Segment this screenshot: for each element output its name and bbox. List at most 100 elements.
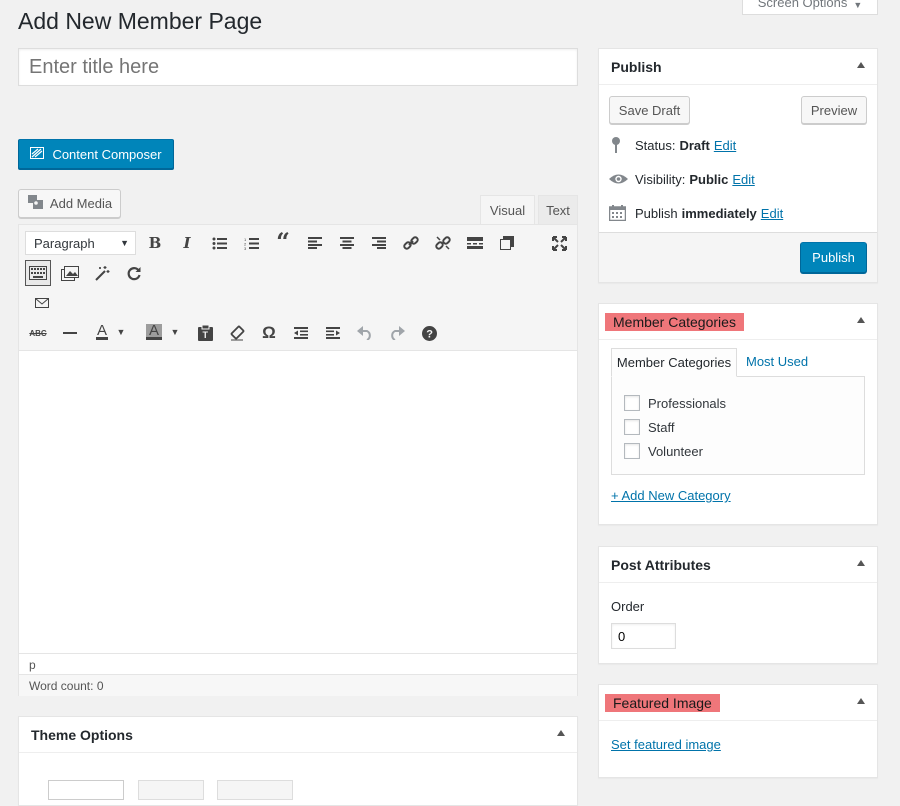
screen-options-label: Screen Options	[757, 0, 848, 10]
status-edit-link[interactable]: Edit	[714, 138, 736, 153]
text-color-icon[interactable]: A	[91, 321, 113, 343]
visibility-label: Visibility:	[635, 171, 686, 187]
help-icon[interactable]: ?	[418, 322, 440, 344]
publish-title: Publish	[611, 58, 662, 75]
collapse-arrow-icon[interactable]	[857, 698, 865, 704]
publish-date-edit-link[interactable]: Edit	[761, 206, 783, 221]
redo-icon[interactable]	[386, 322, 408, 344]
strikethrough-icon[interactable]: ABC	[27, 322, 49, 344]
composer-icon	[30, 146, 45, 162]
theme-options-tab[interactable]	[138, 780, 204, 800]
publish-header[interactable]: Publish	[599, 49, 877, 85]
content-composer-label: Content Composer	[52, 146, 162, 162]
save-draft-button[interactable]: Save Draft	[609, 96, 690, 124]
tab-most-used[interactable]: Most Used	[746, 354, 808, 369]
svg-text:T: T	[202, 330, 208, 340]
link-icon[interactable]	[400, 232, 422, 254]
refresh-icon[interactable]	[123, 262, 145, 284]
category-list: Professionals Staff Volunteer	[611, 376, 865, 475]
paste-text-icon[interactable]: T	[194, 322, 216, 344]
collapse-arrow-icon[interactable]	[557, 730, 565, 736]
read-more-icon[interactable]	[464, 232, 486, 254]
tab-member-categories-label: Member Categories	[616, 355, 732, 370]
toolbar-toggle-icon[interactable]	[496, 232, 518, 254]
status-label: Status:	[635, 137, 676, 153]
format-select-value: Paragraph	[34, 235, 95, 251]
category-checkbox[interactable]	[624, 395, 640, 411]
add-media-icon	[27, 194, 45, 213]
clear-formatting-icon[interactable]	[226, 322, 248, 344]
visibility-edit-link[interactable]: Edit	[732, 172, 754, 187]
italic-icon[interactable]: I	[176, 232, 198, 254]
title-input[interactable]	[18, 48, 578, 86]
screen-options-button[interactable]: Screen Options ▼	[742, 0, 878, 15]
indent-icon[interactable]	[322, 322, 344, 344]
background-color-icon[interactable]: A	[143, 321, 165, 343]
calendar-icon	[609, 205, 629, 221]
post-attributes-header[interactable]: Post Attributes	[599, 547, 877, 583]
unlink-icon[interactable]	[432, 232, 454, 254]
collapse-arrow-icon[interactable]	[857, 62, 865, 68]
publish-button-label: Publish	[812, 250, 855, 265]
tab-visual[interactable]: Visual	[480, 195, 535, 225]
editor-container: Paragraph ▼ B I 123 “ ABC A ▼ A ▼ T Ω ? …	[18, 224, 578, 696]
featured-image-box: Featured Image Set featured image	[598, 684, 878, 778]
word-count-value: 0	[96, 679, 104, 693]
tab-text[interactable]: Text	[538, 195, 578, 224]
category-checkbox[interactable]	[624, 443, 640, 459]
collapse-arrow-icon[interactable]	[857, 560, 865, 566]
status-value: Draft	[679, 137, 710, 153]
category-item[interactable]: Volunteer	[624, 443, 703, 459]
add-media-button[interactable]: Add Media	[18, 189, 121, 218]
svg-text:3: 3	[244, 246, 247, 250]
save-draft-label: Save Draft	[618, 102, 681, 118]
bold-icon[interactable]: B	[144, 232, 166, 254]
set-featured-image-link[interactable]: Set featured image	[611, 737, 721, 752]
theme-options-tab[interactable]	[217, 780, 293, 800]
align-left-icon[interactable]	[304, 232, 326, 254]
align-right-icon[interactable]	[368, 232, 390, 254]
chevron-down-icon[interactable]: ▼	[115, 321, 127, 343]
category-checkbox[interactable]	[624, 419, 640, 435]
gallery-icon[interactable]	[59, 262, 81, 284]
visibility-value: Public	[689, 171, 729, 187]
undo-icon[interactable]	[354, 322, 376, 344]
editor-path: p	[19, 653, 577, 673]
special-character-icon[interactable]: Ω	[258, 322, 280, 344]
content-composer-button[interactable]: Content Composer	[18, 139, 174, 169]
magic-wand-icon[interactable]	[91, 262, 113, 284]
mail-icon[interactable]	[31, 292, 53, 314]
publish-button[interactable]: Publish	[800, 242, 867, 273]
member-categories-title: Member Categories	[605, 312, 744, 331]
member-categories-header[interactable]: Member Categories	[599, 304, 877, 340]
category-label: Professionals	[648, 395, 727, 411]
outdent-icon[interactable]	[290, 322, 312, 344]
editor-content-area[interactable]	[19, 352, 577, 653]
theme-options-header[interactable]: Theme Options	[19, 717, 577, 753]
category-item[interactable]: Staff	[624, 419, 675, 435]
fullscreen-icon[interactable]	[548, 232, 570, 254]
publish-box: Publish Save Draft Preview Status: Draft…	[598, 48, 878, 283]
horizontal-line-icon[interactable]	[59, 322, 81, 344]
blockquote-icon[interactable]: “	[272, 227, 294, 256]
numbered-list-icon[interactable]: 123	[240, 232, 262, 254]
tab-visual-label: Visual	[489, 203, 526, 218]
order-label: Order	[611, 599, 645, 614]
theme-options-tab[interactable]	[48, 780, 124, 800]
featured-image-header[interactable]: Featured Image	[599, 685, 877, 721]
order-input[interactable]	[611, 623, 676, 649]
format-select[interactable]: Paragraph ▼	[25, 231, 136, 255]
publish-date-row: Publish immediately Edit	[609, 203, 783, 223]
keyboard-icon[interactable]	[25, 260, 51, 286]
theme-options-box: Theme Options	[18, 716, 578, 806]
collapse-arrow-icon[interactable]	[857, 317, 865, 323]
bullet-list-icon[interactable]	[208, 232, 230, 254]
tab-member-categories[interactable]: Member Categories	[611, 348, 737, 377]
add-new-category-link[interactable]: + Add New Category	[611, 488, 731, 503]
preview-button[interactable]: Preview	[801, 96, 867, 124]
chevron-down-icon[interactable]: ▼	[169, 321, 181, 343]
align-center-icon[interactable]	[336, 232, 358, 254]
chevron-down-icon: ▼	[853, 0, 863, 10]
category-item[interactable]: Professionals	[624, 395, 726, 411]
member-categories-box: Member Categories Member Categories Most…	[598, 303, 878, 525]
